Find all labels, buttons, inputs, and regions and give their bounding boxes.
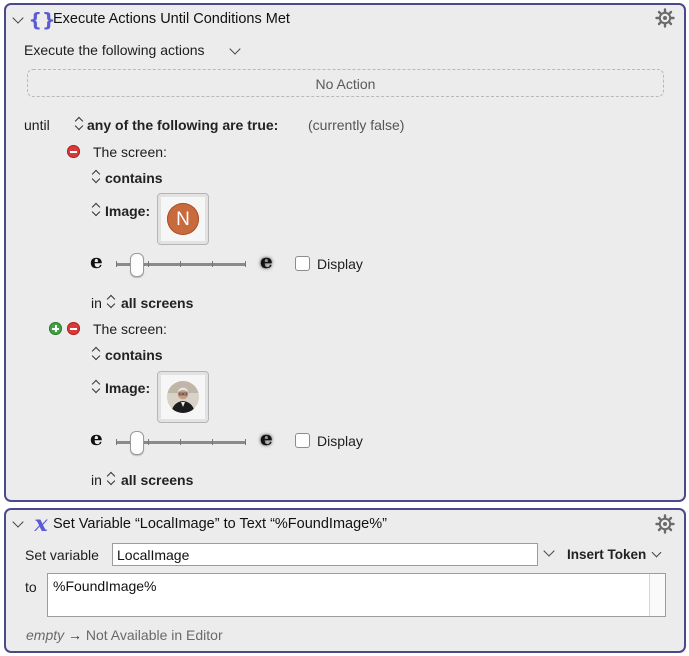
gear-icon[interactable] bbox=[655, 514, 675, 534]
condition-label: The screen: bbox=[93, 144, 167, 160]
fuzz-low-icon: e bbox=[90, 426, 103, 450]
remove-condition-button[interactable] bbox=[67, 145, 80, 158]
match-popup[interactable]: contains bbox=[90, 346, 180, 364]
preview-line: empty → Not Available in Editor bbox=[26, 627, 223, 643]
in-label: in bbox=[91, 295, 102, 311]
slider-tick bbox=[148, 261, 149, 267]
match-popup[interactable]: contains bbox=[90, 169, 180, 187]
action-title: Set Variable “LocalImage” to Text “%Foun… bbox=[53, 516, 387, 532]
condition-mode-label: any of the following are true: bbox=[87, 117, 279, 133]
slider-tick bbox=[116, 261, 117, 267]
slider-knob[interactable] bbox=[130, 431, 144, 455]
text-value-area[interactable]: %FoundImage% bbox=[47, 573, 666, 617]
display-checkbox-group[interactable]: Display bbox=[295, 433, 375, 451]
slider-tick bbox=[116, 439, 117, 445]
match-label: contains bbox=[105, 347, 163, 363]
fuzz-low-icon: e bbox=[90, 249, 103, 273]
match-label: contains bbox=[105, 170, 163, 186]
curly-braces-icon: {} bbox=[30, 9, 54, 31]
action-title: Execute Actions Until Conditions Met bbox=[53, 11, 290, 27]
screens-label: all screens bbox=[121, 295, 194, 311]
collapse-chevron-icon[interactable] bbox=[12, 516, 24, 528]
image-label: Image: bbox=[105, 203, 151, 219]
image-popup[interactable]: Image: bbox=[90, 202, 160, 220]
preview-text: Not Available in Editor bbox=[85, 627, 223, 643]
image-label: Image: bbox=[105, 380, 151, 396]
updown-arrows-icon bbox=[107, 472, 116, 486]
person-photo-image bbox=[167, 381, 199, 413]
slider-tick bbox=[180, 261, 181, 267]
execute-actions-dropdown[interactable]: Execute the following actions bbox=[24, 42, 244, 62]
display-checkbox-group[interactable]: Display bbox=[295, 256, 375, 274]
add-condition-button[interactable] bbox=[49, 322, 62, 335]
updown-arrows-icon bbox=[92, 203, 101, 217]
fuzz-high-icon: e bbox=[260, 426, 273, 450]
insert-token-button[interactable]: Insert Token bbox=[566, 546, 666, 564]
fuzz-slider[interactable] bbox=[114, 253, 248, 277]
chevron-down-icon bbox=[229, 43, 241, 55]
display-checkbox[interactable] bbox=[295, 256, 310, 271]
to-label: to bbox=[25, 579, 37, 595]
svg-text:x: x bbox=[33, 512, 48, 536]
variable-name-field[interactable] bbox=[112, 543, 538, 566]
no-action-drop-zone[interactable]: No Action bbox=[27, 69, 664, 97]
slider-tick bbox=[245, 261, 246, 267]
until-label: until bbox=[24, 117, 50, 133]
slider-tick bbox=[148, 439, 149, 445]
display-label: Display bbox=[317, 256, 363, 272]
set-variable-label: Set variable bbox=[25, 547, 99, 563]
screens-popup[interactable]: all screens bbox=[105, 294, 205, 312]
preview-empty: empty bbox=[26, 627, 65, 643]
execute-actions-label: Execute the following actions bbox=[24, 42, 205, 58]
updown-arrows-icon bbox=[75, 117, 84, 131]
arrow-right-icon: → bbox=[68, 627, 83, 643]
display-label: Display bbox=[317, 433, 363, 449]
gear-icon[interactable] bbox=[655, 8, 675, 28]
n-avatar-image: N bbox=[167, 203, 199, 235]
set-variable-action-panel: x Set Variable “LocalImage” to Text “%Fo… bbox=[4, 508, 686, 653]
fuzz-slider[interactable] bbox=[114, 431, 248, 455]
chevron-down-icon bbox=[651, 547, 662, 558]
text-area-scrollbar[interactable] bbox=[649, 574, 665, 616]
execute-until-action-panel: {} Execute Actions Until Conditions Met … bbox=[4, 3, 686, 502]
updown-arrows-icon bbox=[92, 170, 101, 184]
text-value: %FoundImage% bbox=[53, 578, 157, 594]
condition-mode-popup[interactable]: any of the following are true: bbox=[73, 116, 283, 134]
in-label: in bbox=[91, 472, 102, 488]
collapse-chevron-icon[interactable] bbox=[12, 12, 24, 24]
updown-arrows-icon bbox=[92, 380, 101, 394]
slider-tick bbox=[180, 439, 181, 445]
fuzz-high-icon: e bbox=[260, 249, 273, 273]
display-checkbox[interactable] bbox=[295, 433, 310, 448]
insert-token-label: Insert Token bbox=[567, 547, 647, 562]
image-well[interactable]: N bbox=[157, 193, 209, 245]
slider-tick bbox=[245, 439, 246, 445]
slider-knob[interactable] bbox=[130, 253, 144, 277]
screens-popup[interactable]: all screens bbox=[105, 471, 205, 489]
slider-tick bbox=[212, 261, 213, 267]
updown-arrows-icon bbox=[107, 295, 116, 309]
slider-tick bbox=[212, 439, 213, 445]
screens-label: all screens bbox=[121, 472, 194, 488]
image-well[interactable] bbox=[157, 371, 209, 423]
condition-label: The screen: bbox=[93, 321, 167, 337]
variable-history-chevron-icon[interactable] bbox=[543, 545, 555, 557]
condition-status: (currently false) bbox=[308, 117, 405, 133]
updown-arrows-icon bbox=[92, 347, 101, 361]
n-avatar-letter: N bbox=[176, 209, 190, 230]
remove-condition-button[interactable] bbox=[67, 322, 80, 335]
svg-text:{}: {} bbox=[30, 9, 54, 31]
variable-x-icon: x bbox=[33, 512, 48, 536]
image-popup[interactable]: Image: bbox=[90, 379, 160, 397]
no-action-label: No Action bbox=[315, 76, 376, 92]
